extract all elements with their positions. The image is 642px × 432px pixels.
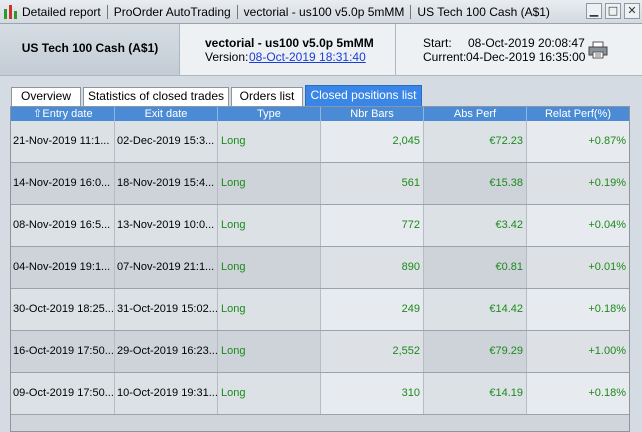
exit-date-cell: 31-Oct-2019 15:02...	[115, 289, 218, 330]
nbr-bars-cell: 2,552	[321, 331, 424, 372]
entry-date-cell: 14-Nov-2019 16:0...	[11, 163, 115, 204]
report-header: US Tech 100 Cash (A$1) vectorial - us100…	[0, 24, 642, 76]
entry-date-cell: 04-Nov-2019 19:1...	[11, 247, 115, 288]
table-row[interactable]: 04-Nov-2019 19:1... 07-Nov-2019 21:1... …	[11, 247, 629, 289]
column-header-type[interactable]: Type	[218, 107, 321, 121]
column-header-nbr-bars[interactable]: Nbr Bars	[321, 107, 424, 121]
nbr-bars-cell: 772	[321, 205, 424, 246]
table-header: ⇧Entry date Exit date Type Nbr Bars Abs …	[11, 107, 629, 121]
column-header-relat-perf[interactable]: Relat Perf(%)	[527, 107, 629, 121]
nbr-bars-cell: 310	[321, 373, 424, 414]
nbr-bars-cell: 890	[321, 247, 424, 288]
title-report: Detailed report	[22, 4, 101, 19]
entry-date-cell: 09-Oct-2019 17:50...	[11, 373, 115, 414]
type-cell: Long	[218, 331, 321, 372]
column-header-exit-date[interactable]: Exit date	[115, 107, 218, 121]
table-body: 21-Nov-2019 11:1... 02-Dec-2019 15:3... …	[11, 121, 629, 415]
abs-perf-cell: €15.38	[424, 163, 527, 204]
table-row[interactable]: 14-Nov-2019 16:0... 18-Nov-2019 15:4... …	[11, 163, 629, 205]
print-icon[interactable]	[588, 41, 608, 59]
nbr-bars-cell: 249	[321, 289, 424, 330]
type-cell: Long	[218, 247, 321, 288]
table-row[interactable]: 09-Oct-2019 17:50... 10-Oct-2019 19:31..…	[11, 373, 629, 415]
strategy-name: vectorial - us100 v5.0p 5mMM	[205, 36, 374, 50]
tab-closed-positions-list[interactable]: Closed positions list	[305, 85, 422, 106]
proorder-candlestick-icon	[2, 3, 20, 21]
table-row[interactable]: 30-Oct-2019 18:25... 31-Oct-2019 15:02..…	[11, 289, 629, 331]
entry-date-cell: 30-Oct-2019 18:25...	[11, 289, 115, 330]
exit-date-cell: 29-Oct-2019 16:23...	[115, 331, 218, 372]
tab-statistics-closed-trades[interactable]: Statistics of closed trades	[83, 87, 229, 106]
current-label: Current:	[423, 50, 467, 64]
type-cell: Long	[218, 373, 321, 414]
version-label: Version:	[205, 50, 249, 64]
exit-date-cell: 07-Nov-2019 21:1...	[115, 247, 218, 288]
close-icon: ✕	[627, 4, 637, 17]
entry-date-cell: 08-Nov-2019 16:5...	[11, 205, 115, 246]
closed-positions-table: ⇧Entry date Exit date Type Nbr Bars Abs …	[10, 106, 630, 432]
column-header-label: Entry date	[42, 108, 93, 120]
sort-ascending-icon: ⇧	[32, 107, 43, 120]
current-value: 04-Dec-2019 16:35:00	[466, 50, 586, 64]
exit-date-cell: 18-Nov-2019 15:4...	[115, 163, 218, 204]
minimize-icon: ▁	[589, 4, 599, 17]
table-row[interactable]: 21-Nov-2019 11:1... 02-Dec-2019 15:3... …	[11, 121, 629, 163]
type-cell: Long	[218, 121, 321, 162]
column-header-entry-date[interactable]: ⇧Entry date	[11, 107, 115, 121]
nbr-bars-cell: 2,045	[321, 121, 424, 162]
close-button[interactable]: ✕	[624, 3, 640, 19]
abs-perf-cell: €72.23	[424, 121, 527, 162]
exit-date-cell: 10-Oct-2019 19:31...	[115, 373, 218, 414]
start-label: Start:	[423, 36, 452, 50]
relat-perf-cell: +1.00%	[527, 331, 629, 372]
tab-overview[interactable]: Overview	[11, 87, 81, 106]
relat-perf-cell: +0.87%	[527, 121, 629, 162]
nbr-bars-cell: 561	[321, 163, 424, 204]
window-controls: ▁ □ ✕	[586, 3, 640, 19]
title-bar: Detailed report ProOrder AutoTrading vec…	[0, 0, 642, 24]
title-separator	[410, 4, 412, 19]
tab-strip: Overview Statistics of closed trades Ord…	[0, 76, 642, 106]
relat-perf-cell: +0.01%	[527, 247, 629, 288]
strategy-panel: vectorial - us100 v5.0p 5mMM Version: 08…	[181, 24, 396, 75]
type-cell: Long	[218, 205, 321, 246]
title-module: ProOrder AutoTrading	[113, 4, 231, 19]
relat-perf-cell: +0.19%	[527, 163, 629, 204]
maximize-button[interactable]: □	[605, 3, 621, 19]
abs-perf-cell: €14.19	[424, 373, 527, 414]
table-row[interactable]: 16-Oct-2019 17:50... 29-Oct-2019 16:23..…	[11, 331, 629, 373]
dates-panel: Start: 08-Oct-2019 20:08:47 Current: 04-…	[397, 24, 642, 75]
maximize-icon: □	[607, 4, 619, 17]
title-instrument: US Tech 100 Cash (A$1)	[417, 4, 550, 19]
abs-perf-cell: €0.81	[424, 247, 527, 288]
minimize-button[interactable]: ▁	[586, 3, 602, 19]
table-row[interactable]: 08-Nov-2019 16:5... 13-Nov-2019 10:0... …	[11, 205, 629, 247]
instrument-panel: US Tech 100 Cash (A$1)	[0, 24, 180, 75]
relat-perf-cell: +0.18%	[527, 373, 629, 414]
start-value: 08-Oct-2019 20:08:47	[468, 36, 585, 50]
tab-orders-list[interactable]: Orders list	[231, 87, 303, 106]
type-cell: Long	[218, 289, 321, 330]
title-separator	[236, 4, 238, 19]
column-header-abs-perf[interactable]: Abs Perf	[424, 107, 527, 121]
entry-date-cell: 16-Oct-2019 17:50...	[11, 331, 115, 372]
relat-perf-cell: +0.04%	[527, 205, 629, 246]
relat-perf-cell: +0.18%	[527, 289, 629, 330]
abs-perf-cell: €79.29	[424, 331, 527, 372]
version-link[interactable]: 08-Oct-2019 18:31:40	[249, 50, 366, 64]
title-strategy: vectorial - us100 v5.0p 5mMM	[243, 4, 405, 19]
abs-perf-cell: €3.42	[424, 205, 527, 246]
exit-date-cell: 13-Nov-2019 10:0...	[115, 205, 218, 246]
type-cell: Long	[218, 163, 321, 204]
abs-perf-cell: €14.42	[424, 289, 527, 330]
exit-date-cell: 02-Dec-2019 15:3...	[115, 121, 218, 162]
instrument-name: US Tech 100 Cash (A$1)	[21, 41, 159, 55]
entry-date-cell: 21-Nov-2019 11:1...	[11, 121, 115, 162]
title-separator	[106, 4, 108, 19]
